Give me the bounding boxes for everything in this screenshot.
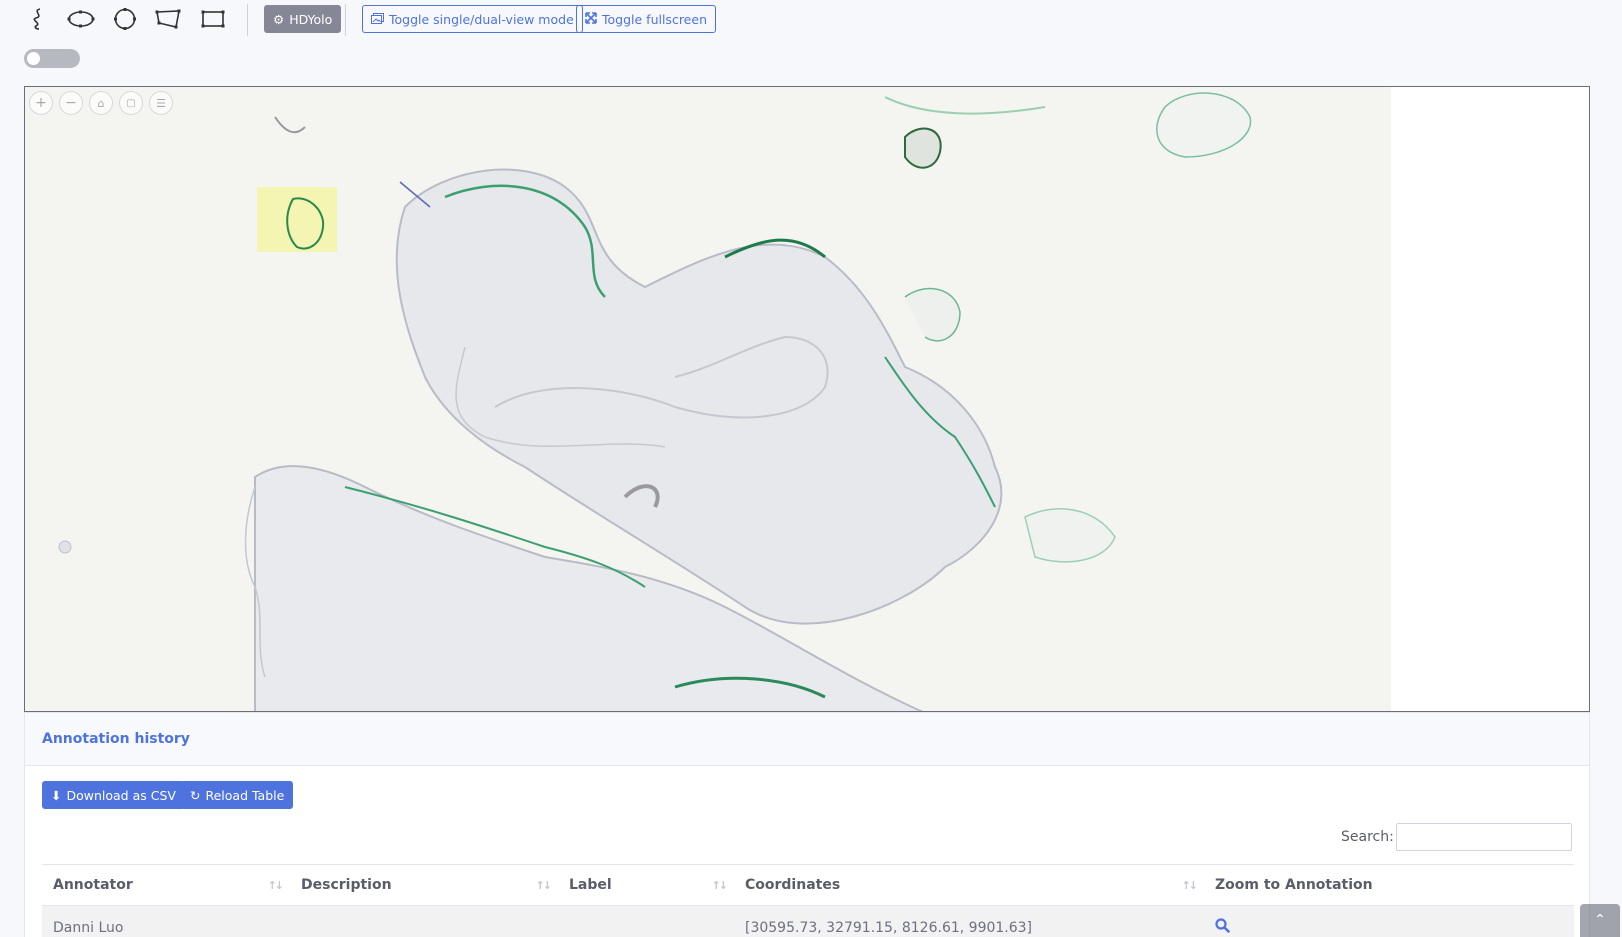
- annotation-table: Annotator ↑↓ Description ↑↓ Label ↑↓ Coordi…: [42, 864, 1574, 937]
- download-csv-button[interactable]: ⬇ Download as CSV: [42, 781, 185, 809]
- toggle-view-mode-label: Toggle single/dual-view mode: [389, 11, 574, 27]
- label-cell: [558, 905, 734, 937]
- rectangle-tool-icon[interactable]: [198, 6, 228, 32]
- annotation-highlight: [257, 187, 337, 252]
- column-header-label[interactable]: Label ↑↓: [558, 864, 734, 906]
- column-header-zoom: Zoom to Annotation: [1204, 864, 1574, 906]
- annotation-toolbar: ⚙ HDYolo Toggle single/dual-view mode To…: [0, 0, 1622, 38]
- gear-icon: ⚙: [273, 11, 285, 27]
- switch-knob: [27, 52, 40, 65]
- coordinates-cell: [30595.73, 32791.15, 8126.61, 9901.63]: [734, 905, 1204, 937]
- freehand-tool-icon[interactable]: [23, 6, 53, 32]
- sort-icon: ↑↓: [1181, 879, 1199, 892]
- card-header: Annotation history: [25, 713, 1589, 766]
- zoom-in-icon[interactable]: +: [29, 91, 53, 115]
- sort-icon: ↑↓: [267, 879, 285, 892]
- download-icon: ⬇: [51, 787, 62, 803]
- annotation-history-title: Annotation history: [42, 731, 190, 747]
- expand-icon: [585, 11, 597, 27]
- tissue-image: [58, 92, 1252, 711]
- description-cell: [290, 905, 558, 937]
- polygon-tool-icon[interactable]: [153, 6, 183, 32]
- refresh-icon: ↻: [190, 787, 201, 803]
- home-icon[interactable]: ⌂: [89, 91, 113, 115]
- column-header-description[interactable]: Description ↑↓: [290, 864, 558, 906]
- sort-icon: ↑↓: [535, 879, 553, 892]
- scroll-to-top-button[interactable]: ⌃: [1580, 904, 1620, 937]
- toolbar-divider: [345, 4, 346, 36]
- layers-icon[interactable]: ☰: [149, 91, 173, 115]
- reload-table-label: Reload Table: [205, 787, 285, 803]
- hdyolo-button[interactable]: ⚙ HDYolo: [264, 5, 342, 33]
- table-row: Danni Luo [30595.73, 32791.15, 8126.61, …: [42, 905, 1574, 937]
- sort-icon: ↑↓: [711, 879, 729, 892]
- toggle-fullscreen-label: Toggle fullscreen: [602, 11, 707, 27]
- search-icon[interactable]: [1215, 918, 1230, 937]
- annotation-history-card: Annotation history ⬇ Download as CSV ↻ R…: [24, 712, 1590, 937]
- fullpage-icon[interactable]: ▢: [119, 91, 143, 115]
- toolbar-divider: [247, 4, 248, 36]
- circle-tool-icon[interactable]: [110, 6, 140, 32]
- hdyolo-button-label: HDYolo: [289, 11, 333, 27]
- column-header-coordinates[interactable]: Coordinates ↑↓: [734, 864, 1204, 906]
- annotator-cell: Danni Luo: [42, 905, 290, 937]
- chevron-up-icon: ⌃: [1594, 912, 1606, 928]
- zoom-cell: [1204, 905, 1574, 937]
- viewer-nav-buttons: + − ⌂ ▢ ☰: [29, 91, 173, 115]
- reload-table-button[interactable]: ↻ Reload Table: [181, 781, 294, 809]
- overlay-toggle-switch[interactable]: [24, 49, 80, 68]
- search-label: Search:: [1341, 829, 1394, 845]
- download-csv-label: Download as CSV: [66, 787, 176, 803]
- slide-viewer[interactable]: + − ⌂ ▢ ☰: [24, 86, 1590, 712]
- toggle-fullscreen-button[interactable]: Toggle fullscreen: [576, 5, 716, 33]
- column-header-annotator[interactable]: Annotator ↑↓: [42, 864, 290, 906]
- toggle-view-mode-button[interactable]: Toggle single/dual-view mode: [362, 5, 583, 33]
- images-icon: [371, 12, 384, 27]
- search-input[interactable]: [1396, 823, 1572, 851]
- ellipse-tool-icon[interactable]: [66, 6, 96, 32]
- zoom-out-icon[interactable]: −: [59, 91, 83, 115]
